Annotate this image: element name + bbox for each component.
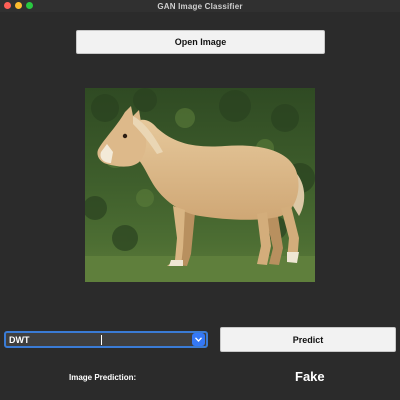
chevron-down-icon[interactable] [192, 333, 205, 346]
window-controls [4, 2, 33, 9]
model-select-value: DWT [9, 334, 30, 345]
title-bar: GAN Image Classifier [0, 0, 400, 12]
predict-button[interactable]: Predict [220, 327, 396, 352]
close-window-button[interactable] [4, 2, 11, 9]
image-prediction-value: Fake [295, 369, 325, 384]
open-image-button[interactable]: Open Image [76, 30, 325, 54]
minimize-window-button[interactable] [15, 2, 22, 9]
loaded-image [85, 88, 315, 282]
zoom-window-button[interactable] [26, 2, 33, 9]
image-prediction-label: Image Prediction: [69, 373, 137, 382]
window-title: GAN Image Classifier [157, 1, 243, 11]
chevron-down-glyph [195, 337, 202, 342]
model-select[interactable]: DWT [4, 331, 208, 348]
horse-photo [85, 88, 315, 282]
text-caret [100, 334, 102, 345]
